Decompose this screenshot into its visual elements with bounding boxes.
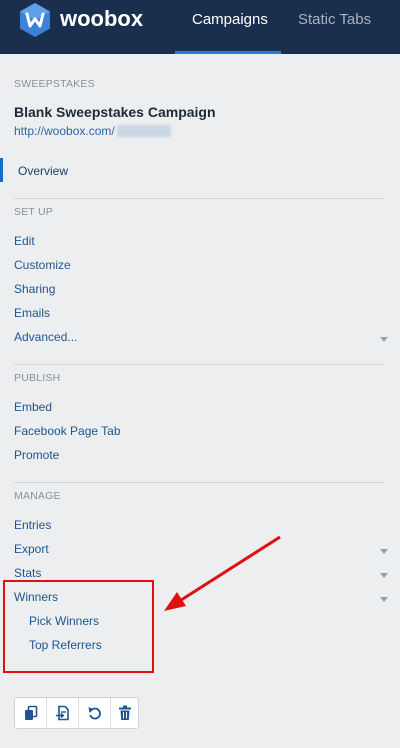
nav-advanced[interactable]: Advanced...	[14, 330, 77, 344]
woobox-logo-icon[interactable]	[18, 2, 52, 38]
export-icon	[55, 705, 69, 721]
top-nav-bar: woobox Campaigns Static Tabs	[0, 0, 400, 54]
nav-export[interactable]: Export	[14, 542, 49, 556]
publish-section-label: PUBLISH	[14, 372, 61, 384]
delete-campaign-button[interactable]	[111, 698, 139, 728]
section-divider	[14, 198, 384, 199]
nav-promote[interactable]: Promote	[14, 448, 59, 462]
tab-static-tabs[interactable]: Static Tabs	[298, 11, 371, 28]
winners-chevron-down-icon[interactable]	[380, 597, 388, 602]
nav-facebook-page-tab[interactable]: Facebook Page Tab	[14, 424, 121, 438]
overview-active-indicator	[0, 158, 3, 182]
reset-icon	[88, 707, 101, 720]
export-campaign-button[interactable]	[47, 698, 78, 728]
nav-overview[interactable]: Overview	[18, 164, 68, 178]
redacted-url-slug	[116, 125, 171, 137]
brand-name[interactable]: woobox	[60, 6, 143, 32]
reset-campaign-button[interactable]	[79, 698, 110, 728]
trash-icon	[119, 705, 131, 720]
active-tab-indicator	[175, 51, 281, 54]
tab-campaigns[interactable]: Campaigns	[192, 11, 268, 28]
copy-icon	[24, 705, 37, 720]
stats-chevron-down-icon[interactable]	[380, 573, 388, 578]
annotation-highlight-box	[3, 580, 154, 673]
nav-edit[interactable]: Edit	[14, 234, 35, 248]
campaign-action-toolbar	[14, 697, 139, 729]
campaign-type-label: SWEEPSTAKES	[14, 78, 95, 90]
nav-emails[interactable]: Emails	[14, 306, 50, 320]
advanced-chevron-down-icon[interactable]	[380, 337, 388, 342]
campaign-url-text[interactable]: http://woobox.com/	[14, 124, 115, 138]
nav-customize[interactable]: Customize	[14, 258, 71, 272]
export-chevron-down-icon[interactable]	[380, 549, 388, 554]
campaign-title: Blank Sweepstakes Campaign	[14, 104, 216, 120]
nav-stats[interactable]: Stats	[14, 566, 41, 580]
section-divider	[14, 482, 384, 483]
nav-entries[interactable]: Entries	[14, 518, 51, 532]
nav-sharing[interactable]: Sharing	[14, 282, 55, 296]
nav-embed[interactable]: Embed	[14, 400, 52, 414]
duplicate-campaign-button[interactable]	[15, 698, 46, 728]
manage-section-label: MANAGE	[14, 490, 61, 502]
section-divider	[14, 364, 384, 365]
campaign-url[interactable]: http://woobox.com/	[14, 124, 171, 138]
setup-section-label: SET UP	[14, 206, 53, 218]
